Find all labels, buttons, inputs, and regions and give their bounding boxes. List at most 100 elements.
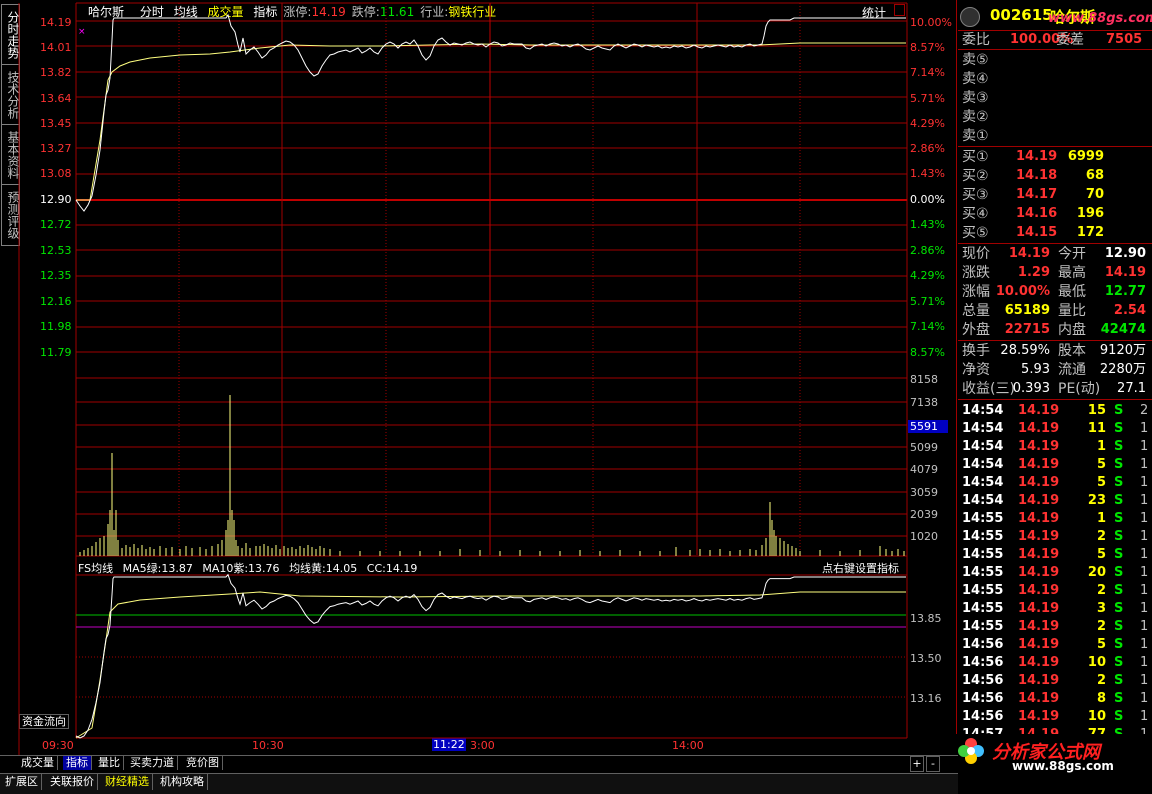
tick-side: S: [1114, 421, 1124, 436]
tick-price: 14.19: [1018, 655, 1060, 670]
tab-institution-strategy[interactable]: 机构攻略: [157, 774, 208, 790]
tick-side: S: [1114, 493, 1124, 508]
zoom-out-button[interactable]: -: [926, 756, 940, 772]
buy-volume: 68: [1085, 168, 1104, 183]
tick-count: 1: [1140, 619, 1149, 634]
stat-label: 量比: [1058, 303, 1086, 319]
tick-row: 14:54 14.19 15 S 2: [960, 402, 1150, 420]
stat-label: 现价: [962, 246, 990, 262]
stat-value: 22715: [1004, 322, 1050, 337]
tick-volume: 2: [1096, 673, 1106, 688]
stat-value: 1.29: [1017, 265, 1050, 280]
tick-count: 1: [1140, 565, 1149, 580]
tick-price: 14.19: [1018, 583, 1060, 598]
tick-count: 1: [1140, 511, 1149, 526]
tick-count: 1: [1140, 475, 1149, 490]
sell-label: 卖①: [962, 128, 989, 144]
tick-time: 14:54: [962, 403, 1004, 418]
tick-volume: 1: [1096, 439, 1106, 454]
stat-label: 内盘: [1058, 322, 1086, 338]
bottom-tab-auction[interactable]: 竞价图: [183, 756, 223, 770]
tick-time: 14:54: [962, 475, 1004, 490]
tick-price: 14.19: [1018, 421, 1060, 436]
tick-row: 14:56 14.19 10 S 1: [960, 708, 1150, 726]
zoom-in-button[interactable]: +: [910, 756, 924, 772]
buy-price: 14.19: [1016, 149, 1058, 164]
stat-value: 5.93: [1021, 362, 1050, 377]
tab-related-quotes[interactable]: 关联报价: [47, 774, 98, 790]
sell-label: 卖④: [962, 71, 989, 87]
bottom-tab-indicator[interactable]: 指标: [63, 756, 92, 770]
stat-value: 9120万: [1099, 343, 1146, 358]
buy2-row: 买② 14.18 68: [960, 167, 1150, 185]
stat-row: 总量 65189 量比 2.54: [960, 302, 1150, 320]
buy-label: 买①: [962, 149, 989, 165]
weibi-row: 委比 100.00% 委差 7505: [960, 31, 1150, 49]
stat-label: 净资: [962, 362, 990, 378]
bottom-tab-volume[interactable]: 成交量: [18, 756, 58, 770]
tick-row: 14:55 14.19 20 S 1: [960, 564, 1150, 582]
tick-side: S: [1114, 673, 1124, 688]
tick-side: S: [1114, 529, 1124, 544]
stat2-row: 收益(三) 0.393 PE(动) 27.1: [960, 380, 1150, 398]
tick-row: 14:54 14.19 23 S 1: [960, 492, 1150, 510]
buy-volume: 196: [1076, 206, 1104, 221]
tick-row: 14:55 14.19 2 S 1: [960, 528, 1150, 546]
tick-volume: 2: [1096, 619, 1106, 634]
tick-side: S: [1114, 601, 1124, 616]
tick-count: 1: [1140, 547, 1149, 562]
tick-volume: 8: [1096, 691, 1106, 706]
stat2-row: 净资 5.93 流通 2280万: [960, 361, 1150, 379]
stat2-row: 换手 28.59% 股本 9120万: [960, 342, 1150, 360]
buy-label: 买③: [962, 187, 989, 203]
buy5-row: 买⑤ 14.15 172: [960, 224, 1150, 242]
tick-row: 14:56 14.19 10 S 1: [960, 654, 1150, 672]
tab-extension-area[interactable]: 扩展区: [2, 774, 42, 790]
tick-price: 14.19: [1018, 547, 1060, 562]
tick-row: 14:56 14.19 2 S 1: [960, 672, 1150, 690]
stat-value: 14.19: [1008, 246, 1050, 261]
tick-side: S: [1114, 439, 1124, 454]
tick-row: 14:54 14.19 5 S 1: [960, 474, 1150, 492]
tick-price: 14.19: [1018, 709, 1060, 724]
tick-row: 14:54 14.19 5 S 1: [960, 456, 1150, 474]
tick-count: 1: [1140, 439, 1149, 454]
tick-time: 14:56: [962, 709, 1004, 724]
tick-count: 1: [1140, 583, 1149, 598]
weicha-value: 7505: [1106, 32, 1143, 47]
stat-value: 14.19: [1104, 265, 1146, 280]
sell-label: 卖⑤: [962, 52, 989, 68]
tick-side: S: [1114, 655, 1124, 670]
tick-side: S: [1114, 403, 1124, 418]
tick-row: 14:55 14.19 2 S 1: [960, 582, 1150, 600]
tab-finance-picks[interactable]: 财经精选: [102, 774, 153, 790]
stat-label: 换手: [962, 343, 990, 359]
tick-volume: 5: [1096, 475, 1106, 490]
avg-price-line: [76, 42, 906, 201]
bottom-tab-volume-ratio[interactable]: 量比: [95, 756, 124, 770]
tick-volume: 11: [1087, 421, 1106, 436]
tick-time: 14:56: [962, 673, 1004, 688]
tick-volume: 15: [1087, 403, 1106, 418]
tick-price: 14.19: [1018, 529, 1060, 544]
tick-count: 1: [1140, 493, 1149, 508]
sell4-row: 卖④: [960, 70, 1150, 88]
tick-time: 14:56: [962, 655, 1004, 670]
chart-canvas: ×: [18, 2, 908, 755]
chart-grid: [18, 2, 908, 755]
indicator-avg-line: [75, 591, 906, 739]
sell5-row: 卖⑤: [960, 51, 1150, 69]
bottom-tab-buy-sell-force[interactable]: 买卖力道: [127, 756, 178, 770]
tick-time: 14:55: [962, 583, 1004, 598]
tick-side: S: [1114, 637, 1124, 652]
tick-count: 1: [1140, 637, 1149, 652]
stat-value: 27.1: [1117, 381, 1146, 396]
tick-price: 14.19: [1018, 691, 1060, 706]
tick-time: 14:54: [962, 457, 1004, 472]
stat-label: 最低: [1058, 284, 1086, 300]
tick-volume: 20: [1087, 565, 1106, 580]
tick-count: 1: [1140, 709, 1149, 724]
tick-side: S: [1114, 457, 1124, 472]
tick-price: 14.19: [1018, 457, 1060, 472]
sell2-row: 卖②: [960, 108, 1150, 126]
